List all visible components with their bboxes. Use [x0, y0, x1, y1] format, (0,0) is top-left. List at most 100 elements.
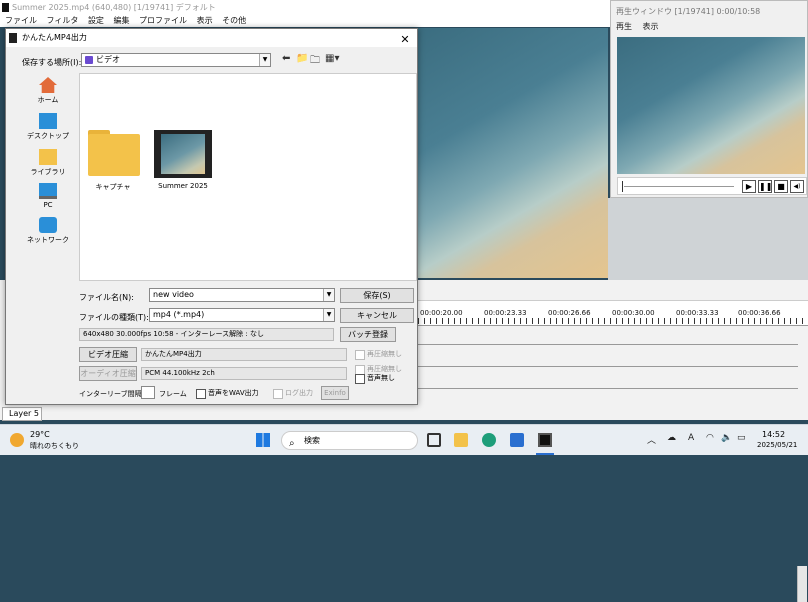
- menu-settings[interactable]: 設定: [88, 16, 104, 25]
- place-pc[interactable]: PC: [19, 183, 77, 209]
- save-in-value: ビデオ: [96, 55, 120, 64]
- place-library[interactable]: ライブラリ: [19, 149, 77, 177]
- windows-start-icon[interactable]: [256, 433, 270, 447]
- dialog-title-bar: かんたんMP4出力 ✕: [6, 29, 417, 47]
- filetype-label: ファイルの種類(T):: [79, 313, 149, 322]
- wifi-icon[interactable]: ◠: [706, 433, 714, 443]
- ime-indicator[interactable]: A: [688, 433, 694, 443]
- save-button[interactable]: 保存(S): [340, 288, 414, 303]
- place-label: ホーム: [37, 96, 59, 104]
- filename-label: ファイル名(N):: [79, 293, 134, 302]
- close-icon[interactable]: ✕: [398, 31, 412, 49]
- menu-other[interactable]: その他: [222, 16, 246, 25]
- place-network[interactable]: ネットワーク: [19, 217, 77, 245]
- track-line: [418, 366, 798, 367]
- place-label: PC: [43, 201, 53, 209]
- place-desktop[interactable]: デスクトップ: [19, 113, 77, 141]
- library-icon: [39, 149, 57, 165]
- speaker-icon[interactable]: 🔈: [721, 433, 732, 443]
- file-list: キャプチャ Summer 2025: [79, 73, 417, 281]
- volume-button[interactable]: ◀): [790, 180, 804, 193]
- app-menu-bar: ファイル フィルタ 設定 編集 プロファイル 表示 その他: [0, 15, 610, 27]
- place-home[interactable]: ホーム: [19, 77, 77, 105]
- places-bar: ホーム デスクトップ ライブラリ PC ネットワーク: [19, 73, 77, 293]
- new-folder-icon[interactable]: 🗀: [310, 53, 320, 70]
- edge-browser-icon[interactable]: [482, 433, 496, 447]
- tick-label: 00:00:26.66: [548, 309, 591, 317]
- pause-button[interactable]: ❚❚: [758, 180, 772, 193]
- seek-bar[interactable]: [624, 186, 734, 187]
- filename-value: new video: [153, 290, 194, 299]
- video-compress-button[interactable]: ビデオ圧縮: [79, 347, 137, 362]
- chevron-down-icon[interactable]: ▼: [323, 309, 334, 321]
- place-label: ネットワーク: [27, 236, 69, 244]
- frame-label: フレーム: [159, 390, 187, 398]
- chevron-down-icon[interactable]: ▼: [323, 289, 334, 301]
- filetype-select[interactable]: mp4 (*.mp4) ▼: [149, 308, 335, 322]
- video-thumbnail-icon: [154, 130, 212, 178]
- tick-label: 00:00:30.00: [612, 309, 655, 317]
- playback-window: 再生ウィンドウ [1/19741] 0:00/10:58 再生 表示 ▶ ❚❚ …: [610, 0, 808, 198]
- up-folder-icon[interactable]: 📁: [296, 53, 308, 64]
- audio-compress-button[interactable]: オーディオ圧縮: [79, 366, 137, 381]
- player-menu: 再生 表示: [616, 21, 659, 32]
- tick-label: 00:00:36.66: [738, 309, 781, 317]
- save-in-label: 保存する場所(I):: [22, 58, 82, 67]
- recompress-checkbox-video[interactable]: 再圧縮無し: [355, 349, 402, 360]
- menu-profile[interactable]: プロファイル: [139, 16, 187, 25]
- save-in-dropdown[interactable]: ビデオ ▼: [81, 53, 271, 67]
- timeline-ticks: [418, 318, 808, 324]
- store-icon[interactable]: [510, 433, 524, 447]
- back-icon[interactable]: ⬅: [282, 53, 290, 64]
- battery-icon[interactable]: ▭: [737, 433, 746, 443]
- video-editor-app-icon[interactable]: [538, 433, 552, 447]
- view-menu-icon[interactable]: ▦▾: [325, 53, 339, 64]
- desktop-icon: [39, 113, 57, 129]
- menu-edit[interactable]: 編集: [113, 16, 129, 25]
- interleave-label: インターリーブ間隔 :: [79, 390, 147, 398]
- weather-icon[interactable]: [10, 433, 24, 447]
- player-controls: ▶ ❚❚ ■ ◀): [617, 177, 807, 195]
- stop-button[interactable]: ■: [774, 180, 788, 193]
- cancel-button[interactable]: キャンセル: [340, 308, 414, 323]
- temperature: 29°C: [30, 430, 50, 439]
- menu-filter[interactable]: フィルタ: [47, 16, 79, 25]
- chevron-down-icon[interactable]: ▼: [259, 54, 270, 66]
- clock-date[interactable]: 2025/05/21: [757, 441, 797, 449]
- menu-file[interactable]: ファイル: [5, 16, 37, 25]
- task-view-icon[interactable]: [427, 433, 441, 447]
- search-icon: ⌕: [289, 438, 295, 449]
- player-menu-play[interactable]: 再生: [616, 22, 632, 31]
- video-codec-info: かんたんMP4出力: [141, 348, 347, 361]
- taskbar: 29°C 晴れのちくもり ⌕ 検索 ︿ ☁ A ◠ 🔈 ▭ 14:52 2025…: [0, 424, 808, 455]
- computer-icon: [39, 183, 57, 199]
- tick-label: 00:00:23.33: [484, 309, 527, 317]
- wav-output-checkbox[interactable]: 音声をWAV出力: [196, 388, 259, 399]
- player-menu-view[interactable]: 表示: [643, 22, 659, 31]
- exinfo-button[interactable]: Exinfo: [321, 386, 349, 400]
- play-button[interactable]: ▶: [742, 180, 756, 193]
- tick-label: 00:00:33.33: [676, 309, 719, 317]
- app-title-text: Summer 2025.mp4 (640,480) [1/19741] デフォル…: [12, 3, 216, 12]
- network-icon: [39, 217, 57, 233]
- taskbar-search[interactable]: ⌕ 検索: [281, 431, 418, 450]
- cloud-icon[interactable]: ☁: [667, 433, 676, 443]
- weather-condition: 晴れのちくもり: [30, 442, 79, 450]
- search-placeholder: 検索: [304, 436, 320, 445]
- layer-label[interactable]: Layer 5: [2, 407, 42, 421]
- interleave-input[interactable]: [141, 386, 155, 399]
- clock-time[interactable]: 14:52: [762, 430, 785, 439]
- log-output-checkbox[interactable]: ログ出力: [273, 388, 313, 399]
- tray-expand-icon[interactable]: ︿: [647, 433, 656, 446]
- file-explorer-icon[interactable]: [454, 433, 468, 447]
- home-icon: [39, 77, 57, 93]
- tick-label: 00:00:20.00: [420, 309, 463, 317]
- batch-register-button[interactable]: バッチ登録: [340, 327, 396, 342]
- filetype-value: mp4 (*.mp4): [153, 310, 205, 319]
- place-label: デスクトップ: [27, 132, 69, 140]
- menu-view[interactable]: 表示: [197, 16, 213, 25]
- filename-input[interactable]: new video ▼: [149, 288, 335, 302]
- timeline-scrollbar[interactable]: [797, 566, 807, 602]
- no-audio-checkbox[interactable]: 音声無し: [355, 373, 395, 384]
- seek-handle[interactable]: [622, 181, 623, 192]
